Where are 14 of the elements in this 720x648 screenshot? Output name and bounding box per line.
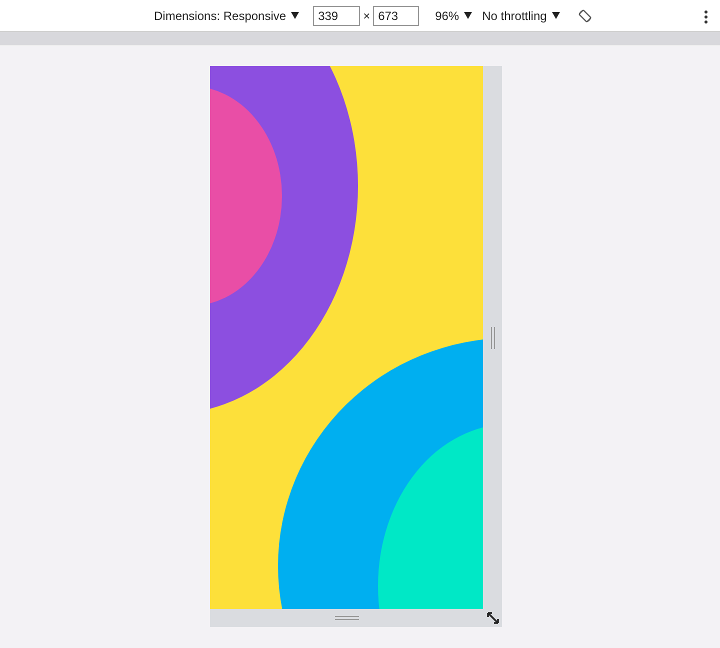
- corner-resize-icon[interactable]: [486, 612, 498, 624]
- times-sign: ×: [363, 8, 370, 24]
- width-input[interactable]: 339: [313, 6, 360, 26]
- caret-icon: [291, 12, 300, 19]
- throttling-dropdown[interactable]: No throttling: [482, 6, 560, 24]
- bottom-resize-handle[interactable]: [210, 609, 483, 627]
- right-resize-handle[interactable]: [483, 66, 502, 609]
- caret-icon: [552, 12, 560, 19]
- more-options-icon[interactable]: [704, 10, 708, 24]
- zoom-dropdown[interactable]: 96%: [435, 6, 472, 24]
- height-input[interactable]: 673: [373, 6, 420, 26]
- rotate-icon[interactable]: [578, 8, 592, 22]
- caret-icon: [464, 12, 472, 19]
- dimensions-dropdown[interactable]: Dimensions: Responsive: [154, 6, 300, 24]
